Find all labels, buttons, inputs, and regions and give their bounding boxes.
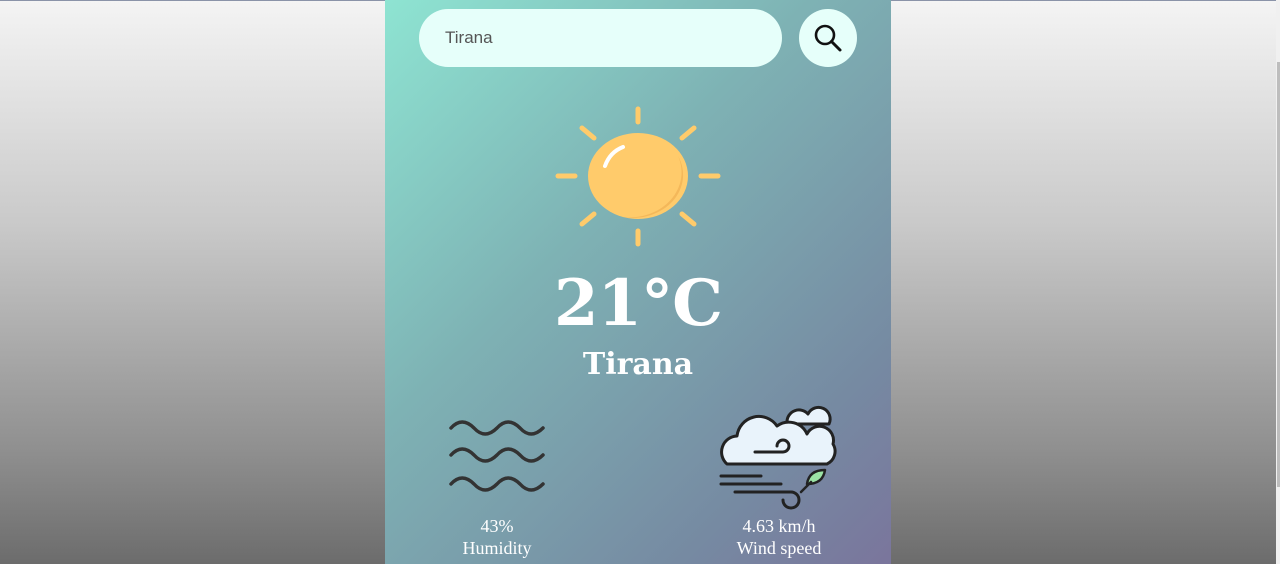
wind-speed-label: Wind speed [736, 538, 822, 558]
search-bar [419, 9, 857, 67]
wind-speed-value: 4.63 km/h [742, 516, 816, 536]
humidity-panel: 43% Humidity [407, 400, 587, 559]
humidity-label: Humidity [462, 538, 532, 558]
humidity-value: 43% [480, 516, 514, 536]
sun-icon [555, 106, 721, 247]
search-button[interactable] [799, 9, 857, 67]
page-scrollbar[interactable] [1276, 0, 1280, 564]
temperature-value: 21°C [554, 266, 723, 341]
city-search-input[interactable] [419, 9, 782, 67]
wind-panel: 4.63 km/h Wind speed [689, 392, 869, 559]
weather-card: 21°C Tirana 43% Humidity [385, 0, 891, 564]
city-name: Tirana [582, 347, 694, 382]
waves-icon [449, 420, 545, 492]
wind-icon [719, 405, 837, 510]
search-icon [814, 24, 842, 52]
